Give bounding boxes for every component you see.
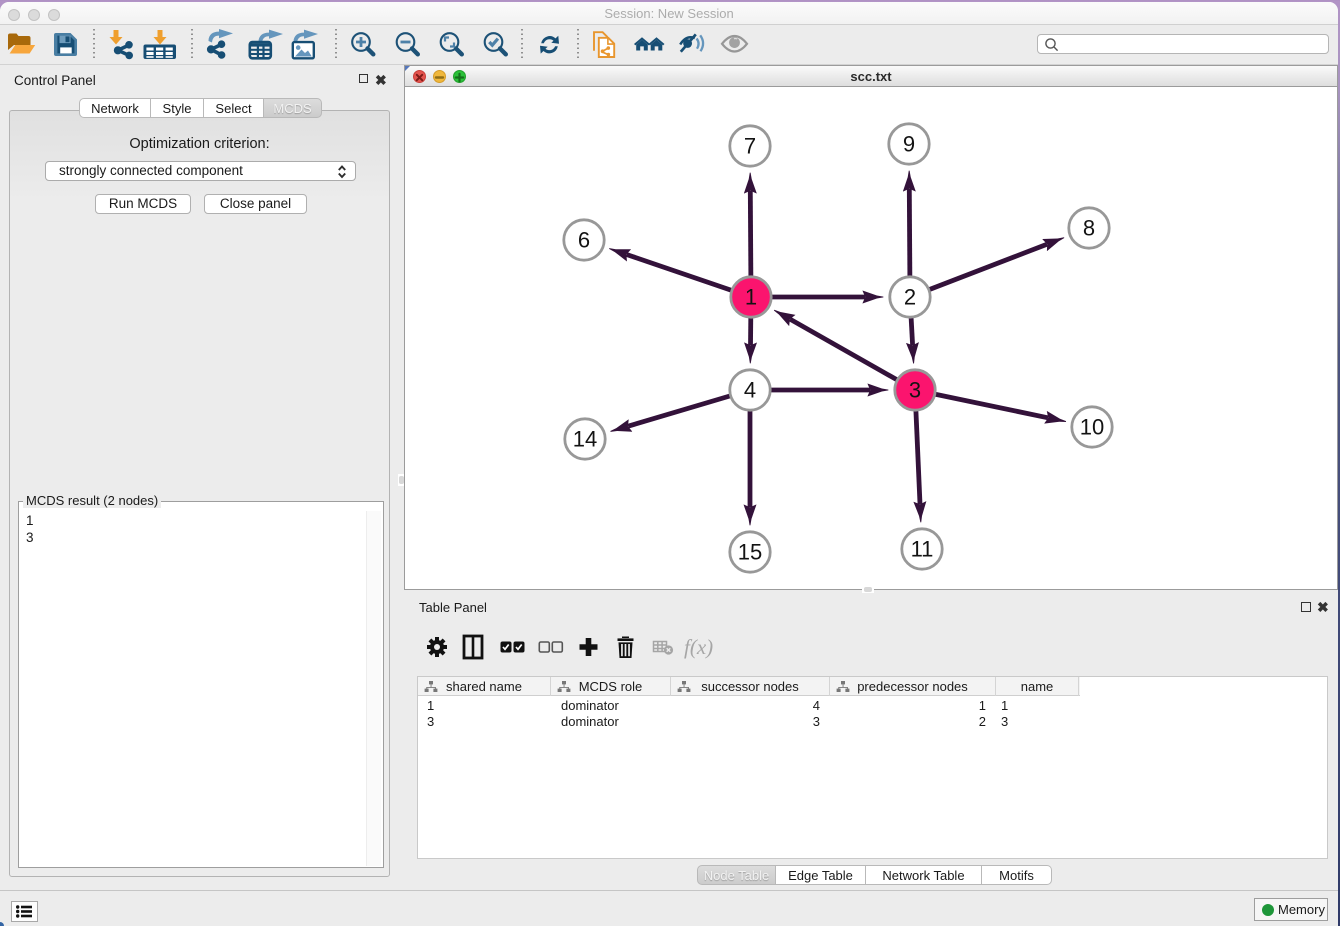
svg-text:15: 15 [738, 540, 762, 565]
svg-text:10: 10 [1080, 415, 1104, 440]
svg-text:11: 11 [911, 537, 934, 562]
svg-text:4: 4 [744, 378, 756, 403]
svg-text:f(x): f(x) [684, 635, 713, 659]
svg-text:7: 7 [744, 134, 756, 159]
svg-text:3: 3 [909, 378, 921, 403]
svg-text:6: 6 [578, 228, 590, 253]
svg-text:8: 8 [1083, 216, 1095, 241]
svg-text:2: 2 [904, 285, 916, 310]
svg-text:1: 1 [745, 285, 757, 310]
svg-text:14: 14 [573, 427, 597, 452]
svg-text:9: 9 [903, 132, 915, 157]
